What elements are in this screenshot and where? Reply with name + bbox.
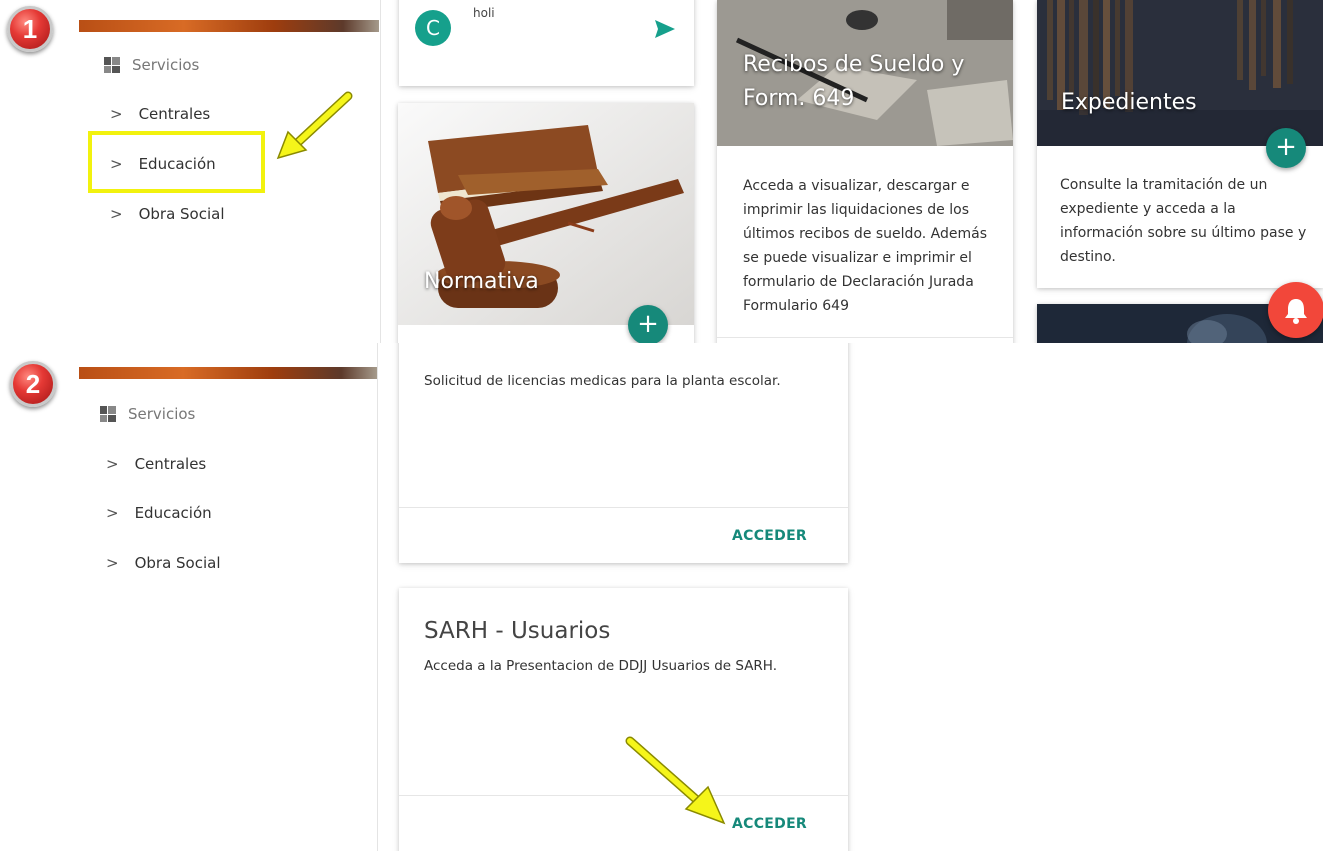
send-icon[interactable] bbox=[653, 18, 677, 40]
comment-text: holi bbox=[473, 6, 495, 20]
card-title: Recibos de Sueldo y Form. 649 bbox=[743, 52, 965, 111]
card-footer-divider bbox=[399, 507, 848, 508]
sidebar-item-educacion[interactable]: > Educación bbox=[106, 504, 212, 522]
card-description: Solicitud de licencias medicas para la p… bbox=[424, 373, 781, 389]
chevron-right-icon: > bbox=[106, 554, 119, 572]
arrow-annotation bbox=[276, 91, 353, 160]
arrow-annotation bbox=[625, 736, 726, 825]
sidebar-item-label: Centrales bbox=[134, 455, 207, 473]
sidebar-item-centrales[interactable]: > Centrales bbox=[110, 105, 210, 123]
plus-icon[interactable]: + bbox=[1266, 128, 1306, 168]
notification-button[interactable] bbox=[1268, 282, 1323, 338]
card-image: Normativa bbox=[398, 103, 694, 325]
avatar: C bbox=[415, 10, 451, 46]
sidebar-banner bbox=[79, 20, 379, 32]
chevron-right-icon: > bbox=[106, 455, 119, 473]
comment-card: C holi bbox=[399, 0, 694, 86]
acceder-button[interactable]: ACCEDER bbox=[732, 528, 807, 544]
step-badge-2: 2 bbox=[10, 361, 56, 407]
chevron-right-icon: > bbox=[110, 105, 123, 123]
card-title: Normativa bbox=[424, 269, 539, 294]
sidebar-item-obra-social[interactable]: > Obra Social bbox=[110, 205, 225, 223]
sidebar-header: Servicios bbox=[104, 56, 199, 74]
card-image: Expedientes bbox=[1037, 0, 1323, 146]
sidebar-divider bbox=[380, 0, 381, 343]
card-image: Recibos de Sueldo y Form. 649 bbox=[717, 0, 1013, 146]
grid-icon bbox=[104, 57, 120, 73]
bell-icon bbox=[1285, 299, 1307, 324]
card-licencias[interactable]: Solicitud de licencias medicas para la p… bbox=[399, 343, 848, 563]
sidebar-header-label: Servicios bbox=[132, 56, 200, 74]
card-title: SARH - Usuarios bbox=[424, 618, 611, 644]
grid-icon bbox=[100, 406, 116, 422]
screenshot-step-1: Servicios > Centrales > Educación > Obra… bbox=[0, 0, 1323, 343]
sidebar-item-obra-social[interactable]: > Obra Social bbox=[106, 554, 221, 572]
chevron-right-icon: > bbox=[106, 504, 119, 522]
acceder-button[interactable]: ACCEDER bbox=[732, 816, 807, 832]
sidebar-header-label: Servicios bbox=[128, 405, 196, 423]
sidebar-banner bbox=[79, 367, 377, 379]
screenshot-step-2: Servicios > Centrales > Educación > Obra… bbox=[0, 343, 1323, 851]
card-expedientes[interactable]: Expedientes + Consulte la tramitación de… bbox=[1037, 0, 1323, 288]
plus-icon[interactable]: + bbox=[628, 305, 668, 343]
card-title: Expedientes bbox=[1061, 90, 1197, 115]
sidebar-item-centrales[interactable]: > Centrales bbox=[106, 455, 206, 473]
card-footer-divider bbox=[717, 337, 1013, 338]
library-image bbox=[1037, 0, 1323, 146]
step-badge-1: 1 bbox=[7, 6, 53, 52]
chevron-right-icon: > bbox=[110, 205, 123, 223]
sidebar-item-label: Obra Social bbox=[134, 554, 221, 572]
sidebar-item-label: Obra Social bbox=[138, 205, 225, 223]
sidebar-item-label: Educación bbox=[134, 504, 212, 522]
card-normativa[interactable]: Normativa + bbox=[398, 103, 694, 343]
card-description: Acceda a la Presentacion de DDJJ Usuario… bbox=[424, 658, 778, 674]
card-description: Acceda a visualizar, descargar e imprimi… bbox=[743, 178, 988, 314]
card-description: Consulte la tramitación de un expediente… bbox=[1060, 177, 1307, 265]
highlight-box bbox=[88, 131, 265, 193]
sidebar-item-label: Centrales bbox=[138, 105, 211, 123]
card-recibos[interactable]: Recibos de Sueldo y Form. 649 Acceda a v… bbox=[717, 0, 1013, 343]
sidebar-header: Servicios bbox=[100, 405, 195, 423]
sidebar-divider bbox=[377, 343, 378, 851]
